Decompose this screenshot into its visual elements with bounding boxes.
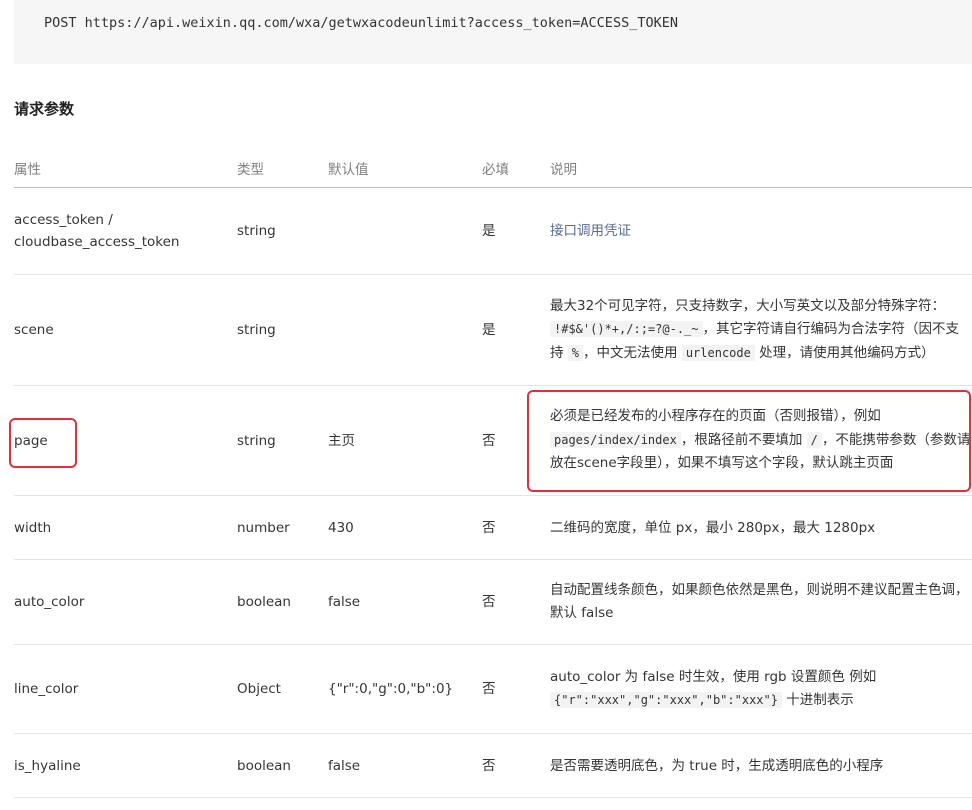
access-token-link[interactable]: 接口调用凭证 (550, 220, 631, 242)
param-default (328, 275, 478, 385)
param-name: line_color (14, 681, 79, 697)
table-row: scene string 是 最大32个可见字符，只支持数字，大小写英文以及部分… (14, 275, 972, 386)
param-name: page (14, 432, 48, 449)
param-type: string (237, 322, 276, 338)
param-name-line: access_token / (14, 212, 113, 228)
table-header: 属性 类型 默认值 必填 说明 (14, 147, 972, 188)
param-type: boolean (237, 757, 291, 774)
param-default: false (328, 594, 361, 610)
param-default: 430 (328, 519, 354, 536)
param-name-line: cloudbase_access_token (14, 234, 180, 250)
params-table: 属性 类型 默认值 必填 说明 access_token / cloudbase… (14, 147, 972, 798)
desc-code: !#$&'()*+,/:;=?@-._~ (550, 321, 703, 338)
param-required: 否 (482, 757, 496, 774)
param-default: {"r":0,"g":0,"b":0} (328, 681, 454, 697)
desc-text: ，中文无法使用 (583, 344, 678, 361)
param-desc: 接口调用凭证 (550, 188, 972, 274)
param-name: access_token / cloudbase_access_token (14, 188, 229, 274)
request-code-block: POST https://api.weixin.qq.com/wxa/getwx… (14, 0, 972, 64)
param-desc: auto_color 为 false 时生效，使用 rgb 设置颜色 例如 {"… (550, 645, 972, 733)
desc-text: 十进制表示 (786, 692, 854, 708)
param-desc: 必须是已经发布的小程序存在的页面（否则报错），例如 pages/index/in… (550, 386, 972, 495)
desc-text: 必须是已经发布的小程序存在的页面（否则报错），例如 (550, 408, 881, 425)
desc-code: / (806, 431, 822, 448)
desc-code: {"r":"xxx","g":"xxx","b":"xxx"} (550, 692, 782, 708)
desc-text: 处理，请使用其他编码方式） (759, 344, 935, 361)
desc-text: 最大32个可见字符，只支持数字，大小写英文以及部分特殊字符： (550, 297, 946, 314)
param-type: boolean (237, 594, 291, 610)
param-type: string (237, 223, 276, 239)
desc-code: % (567, 344, 584, 361)
desc-code: urlencode (681, 344, 755, 361)
desc-text: ，根路径前不要填加 (680, 431, 803, 448)
param-desc: 二维码的宽度，单位 px，最小 280px，最大 1280px (550, 519, 876, 536)
table-row: access_token / cloudbase_access_token st… (14, 188, 972, 275)
desc-text: 自动配置线条颜色，如果颜色依然是黑色，则说明不建议配置主色调，默认 false (550, 581, 969, 622)
desc-text: auto_color 为 false 时生效，使用 rgb 设置颜色 例如 (550, 668, 877, 685)
header-desc: 说明 (550, 162, 577, 178)
param-desc: 最大32个可见字符，只支持数字，大小写英文以及部分特殊字符： !#$&'()*+… (550, 275, 972, 385)
param-default: false (328, 757, 361, 774)
param-name: width (14, 519, 52, 536)
header-type: 类型 (237, 162, 264, 178)
param-type: Object (237, 681, 281, 697)
param-default (328, 188, 478, 274)
param-required: 否 (482, 519, 496, 536)
param-default: 主页 (328, 432, 355, 449)
param-name: is_hyaline (14, 757, 81, 774)
header-required: 必填 (482, 162, 509, 178)
param-desc: 是否需要透明底色，为 true 时，生成透明底色的小程序 (550, 757, 884, 774)
param-type: string (237, 432, 276, 449)
param-type: number (237, 519, 290, 536)
param-required: 否 (482, 594, 496, 610)
desc-code: pages/index/index (550, 431, 681, 448)
table-row: auto_color boolean false 否 自动配置线条颜色，如果颜色… (14, 560, 972, 645)
request-url: POST https://api.weixin.qq.com/wxa/getwx… (44, 15, 678, 31)
header-default: 默认值 (328, 162, 369, 178)
param-required: 是 (482, 322, 496, 338)
header-name: 属性 (14, 162, 41, 178)
param-name: scene (14, 322, 54, 338)
param-required: 是 (482, 223, 496, 239)
table-row: page string 主页 否 必须是已经发布的小程序存在的页面（否则报错），… (14, 386, 972, 496)
param-desc: 自动配置线条颜色，如果颜色依然是黑色，则说明不建议配置主色调，默认 false (550, 560, 972, 644)
param-name: auto_color (14, 594, 85, 610)
param-required: 否 (482, 432, 496, 449)
table-row: line_color Object {"r":0,"g":0,"b":0} 否 … (14, 645, 972, 734)
table-row: is_hyaline boolean false 否 是否需要透明底色，为 tr… (14, 734, 972, 798)
param-required: 否 (482, 681, 496, 697)
table-row: width number 430 否 二维码的宽度，单位 px，最小 280px… (14, 496, 972, 560)
section-title: 请求参数 (14, 100, 75, 118)
